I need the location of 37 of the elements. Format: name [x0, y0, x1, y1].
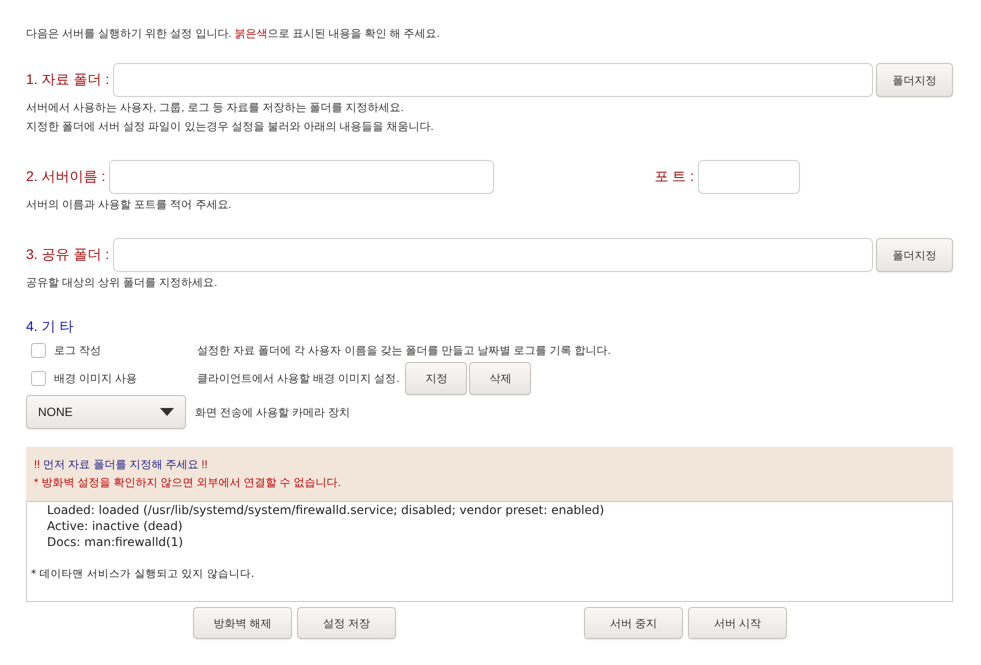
help-text: 서버에서 사용하는 사용자, 그룹, 로그 등 자료를 저장하는 폴더를 지정하세요. — [26, 101, 404, 116]
checkbox[interactable] — [31, 370, 46, 386]
help-text: 공유할 대상의 상위 폴더를 지정하세요. — [26, 276, 218, 291]
action-button[interactable]: 설정 저장 — [297, 607, 396, 639]
field-label: 포 트 : — [654, 168, 694, 186]
log-line: Docs: man:firewalld(1) — [46, 534, 184, 550]
log-line: Loaded: loaded (/usr/lib/systemd/system/firewalld.service; disabled; vendor preset: enabled) — [46, 502, 604, 518]
checkbox-label: 배경 이미지 사용 — [54, 372, 138, 386]
action-button[interactable]: 방화벽 해제 — [193, 607, 292, 639]
caret-icon — [160, 408, 174, 416]
folder-input-field[interactable] — [113, 238, 873, 272]
field-label: 3. 공유 폴더 : — [26, 246, 110, 264]
folder-input-field[interactable] — [113, 63, 873, 97]
action-button[interactable]: 서버 시작 — [688, 607, 787, 639]
checkbox-label: 로그 작성 — [54, 344, 102, 358]
option-description: 클라이언트에서 사용할 배경 이미지 설정. — [197, 372, 400, 386]
help-text: 서버의 이름과 사용할 포트를 적어 주세요. — [26, 198, 232, 213]
field-label: 2. 서버이름 : — [26, 168, 106, 186]
checkbox[interactable] — [31, 342, 46, 358]
choose-folder-button[interactable]: 폴더지정 — [876, 238, 953, 272]
option-description: 설정한 자료 폴더에 각 사용자 이름을 갖는 폴더를 만들고 날짜별 로그를 기록 합니다. — [197, 344, 611, 358]
image-button[interactable]: 지정 — [405, 362, 468, 394]
port-input-field[interactable] — [698, 160, 800, 194]
notice-text: !! 먼저 자료 폴더를 지정해 주세요 !! — [34, 458, 208, 473]
field-label: 1. 자료 폴더 : — [26, 71, 110, 89]
intro-text: 다음은 서버를 실행하기 위한 설정 입니다. 붉은색으로 표시된 내용을 확인 해 주세요. — [26, 27, 440, 42]
log-line: Active: inactive (dead) — [46, 518, 183, 534]
notice-text: * 방화벽 설정을 확인하지 않으면 외부에서 연결할 수 없습니다. — [34, 476, 341, 491]
camera-dropdown[interactable]: NONE — [26, 395, 186, 429]
log-message: * 데이타맨 서비스가 실행되고 있지 않습니다. — [31, 567, 254, 582]
choose-folder-button[interactable]: 폴더지정 — [876, 63, 953, 97]
action-button[interactable]: 서버 중지 — [584, 607, 683, 639]
help-text: 지정한 폴더에 서버 설정 파일이 있는경우 설정을 불러와 아래의 내용들을 채움니다. — [26, 120, 434, 135]
camera-description: 화면 전송에 사용할 카메라 장치 — [195, 406, 350, 420]
section-heading: 4. 기 타 — [26, 317, 74, 336]
server-name-input-field[interactable] — [109, 160, 494, 194]
image-button[interactable]: 삭제 — [469, 362, 532, 394]
